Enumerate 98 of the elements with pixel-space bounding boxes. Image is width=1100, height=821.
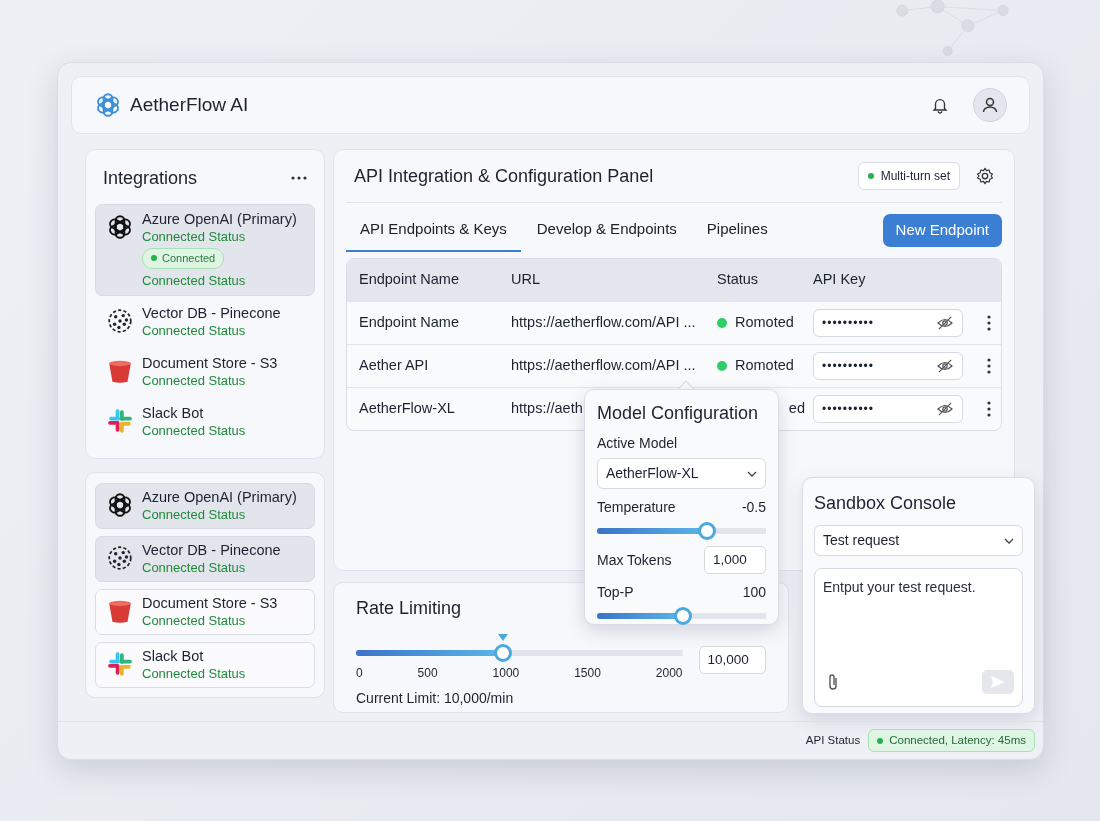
marker-icon bbox=[497, 634, 508, 641]
app-name: AetherFlow AI bbox=[130, 92, 249, 117]
tab[interactable]: API Endpoints & Keys bbox=[346, 209, 521, 252]
card-title: Integrations bbox=[103, 166, 198, 190]
item-name: Vector DB - Pinecone bbox=[142, 304, 281, 322]
table-cell-text: ed bbox=[788, 398, 805, 418]
field-label: Top-P bbox=[597, 583, 634, 603]
item-name: Azure OpenAI (Primary) bbox=[142, 211, 297, 228]
kebab-icon bbox=[987, 400, 991, 417]
eye-slash-icon bbox=[936, 401, 954, 416]
slider-reading: -0.5 bbox=[741, 498, 766, 517]
model-select[interactable]: AetherFlow-XL bbox=[597, 458, 766, 489]
api-key-field[interactable]: •••••••••• bbox=[813, 351, 963, 380]
bell-icon bbox=[931, 96, 949, 114]
table-cell-text: Aether API bbox=[359, 355, 429, 375]
integration-item[interactable]: Azure OpenAI (Primary) Connected Status bbox=[95, 482, 315, 529]
table-cell-text: Romoted bbox=[735, 355, 794, 375]
column-header: URL bbox=[511, 269, 540, 289]
person-icon bbox=[980, 95, 1000, 115]
popover-title: Model Configuration bbox=[597, 402, 760, 425]
table-cell-text: AetherFlow-XL bbox=[359, 398, 455, 418]
dotted-circle-icon bbox=[106, 543, 134, 572]
tick-label: 0 bbox=[356, 665, 363, 682]
slider-reading: 100 bbox=[742, 583, 766, 603]
integration-item[interactable]: Vector DB - Pinecone Connected Status bbox=[95, 297, 315, 346]
send-icon bbox=[991, 676, 1005, 688]
status-text: Connected Status bbox=[142, 371, 246, 389]
item-name: Document Store - S3 bbox=[142, 594, 278, 612]
logo-icon bbox=[94, 91, 122, 119]
tick-label: 2000 bbox=[655, 665, 683, 682]
kebab-icon bbox=[987, 314, 991, 331]
item-name: Document Store - S3 bbox=[142, 354, 278, 372]
limit-input[interactable]: 10,000 bbox=[698, 646, 766, 675]
eye-slash-icon bbox=[936, 315, 954, 330]
tab[interactable]: Develop & Endpoints bbox=[522, 209, 691, 252]
table-cell-text: https://aeth bbox=[511, 398, 583, 418]
table-cell-text: https://aetherflow.com/API ... bbox=[511, 355, 696, 375]
integration-item[interactable]: Azure OpenAI (Primary) Connected Status Connected Connected Status bbox=[95, 204, 315, 296]
slider-thumb[interactable] bbox=[674, 607, 693, 626]
status-text: Connected Status bbox=[142, 321, 246, 339]
settings-icon bbox=[976, 167, 994, 185]
limit-caption: Current Limit: 10,000/min bbox=[356, 689, 515, 708]
chevron-down-icon bbox=[1004, 537, 1014, 544]
tick-label: 1500 bbox=[574, 665, 601, 682]
tab[interactable]: Pipelines bbox=[692, 209, 782, 252]
integration-item[interactable]: Document Store - S3 Connected Status bbox=[95, 588, 315, 635]
more-icon bbox=[291, 176, 307, 180]
status-badge: Connected bbox=[142, 248, 225, 269]
tick-label: 500 bbox=[417, 665, 438, 682]
table-cell-text: Endpoint Name bbox=[359, 312, 459, 332]
pinwheel-icon bbox=[106, 406, 134, 435]
request-field[interactable]: Entput your test request. bbox=[814, 568, 1023, 707]
panel-title: API Integration & Configuration Panel bbox=[354, 164, 654, 188]
table-cell-text: Romoted bbox=[735, 312, 794, 332]
status-badge: Connected, Latency: 45ms bbox=[868, 728, 1035, 753]
status-badge: Multi-turn set bbox=[857, 162, 960, 190]
status-text: Connected Status bbox=[142, 421, 246, 439]
status-text: Connected Status bbox=[142, 228, 246, 245]
item-name: Azure OpenAI (Primary) bbox=[142, 488, 297, 506]
slider-thumb[interactable] bbox=[493, 644, 512, 662]
field-label: Temperature bbox=[597, 498, 676, 517]
pinwheel-icon bbox=[106, 649, 134, 678]
knot-icon bbox=[106, 490, 134, 519]
tick-label: 1000 bbox=[492, 665, 520, 682]
slider-thumb[interactable] bbox=[697, 522, 716, 540]
table-cell-text: https://aetherflow.com/API ... bbox=[511, 312, 696, 332]
max-tokens-input[interactable]: 1,000 bbox=[704, 546, 766, 575]
item-name: Slack Bot bbox=[142, 647, 204, 665]
item-name: Slack Bot bbox=[142, 404, 204, 422]
card-title: Sandbox Console bbox=[814, 492, 958, 515]
avatar[interactable] bbox=[973, 88, 1007, 122]
status-text: Connected Status bbox=[142, 271, 246, 289]
status-text: Connected Status bbox=[142, 664, 246, 682]
new-endpoint-button[interactable]: New Endpoint bbox=[882, 214, 1002, 247]
status-text: Connected Status bbox=[142, 611, 246, 629]
integration-item[interactable]: Slack Bot Connected Status bbox=[95, 397, 315, 446]
status-text: Connected Status bbox=[142, 505, 246, 523]
field-label: Max Tokens bbox=[597, 550, 672, 570]
column-header: Status bbox=[717, 269, 759, 289]
knot-icon bbox=[106, 213, 134, 241]
request-select[interactable]: Test request bbox=[814, 525, 1023, 556]
column-header: Endpoint Name bbox=[359, 269, 459, 289]
paperclip-icon bbox=[827, 673, 839, 691]
integration-item[interactable]: Document Store - S3 Connected Status bbox=[95, 347, 315, 396]
item-name: Vector DB - Pinecone bbox=[142, 541, 281, 559]
column-header: API Key bbox=[813, 269, 866, 289]
eye-slash-icon bbox=[936, 358, 954, 373]
status-text: Connected Status bbox=[142, 558, 246, 576]
integration-item[interactable]: Vector DB - Pinecone Connected Status bbox=[95, 535, 315, 582]
api-key-field[interactable]: •••••••••• bbox=[813, 308, 963, 337]
dotted-circle-icon bbox=[106, 306, 134, 335]
status-label: API Status bbox=[805, 732, 861, 748]
integration-item[interactable]: Slack Bot Connected Status bbox=[95, 641, 315, 688]
chevron-down-icon bbox=[747, 470, 757, 477]
api-key-field[interactable]: •••••••••• bbox=[813, 394, 963, 423]
kebab-icon bbox=[987, 357, 991, 374]
field-label: Active Model bbox=[597, 434, 679, 453]
card-title: Rate Limiting bbox=[356, 597, 462, 620]
